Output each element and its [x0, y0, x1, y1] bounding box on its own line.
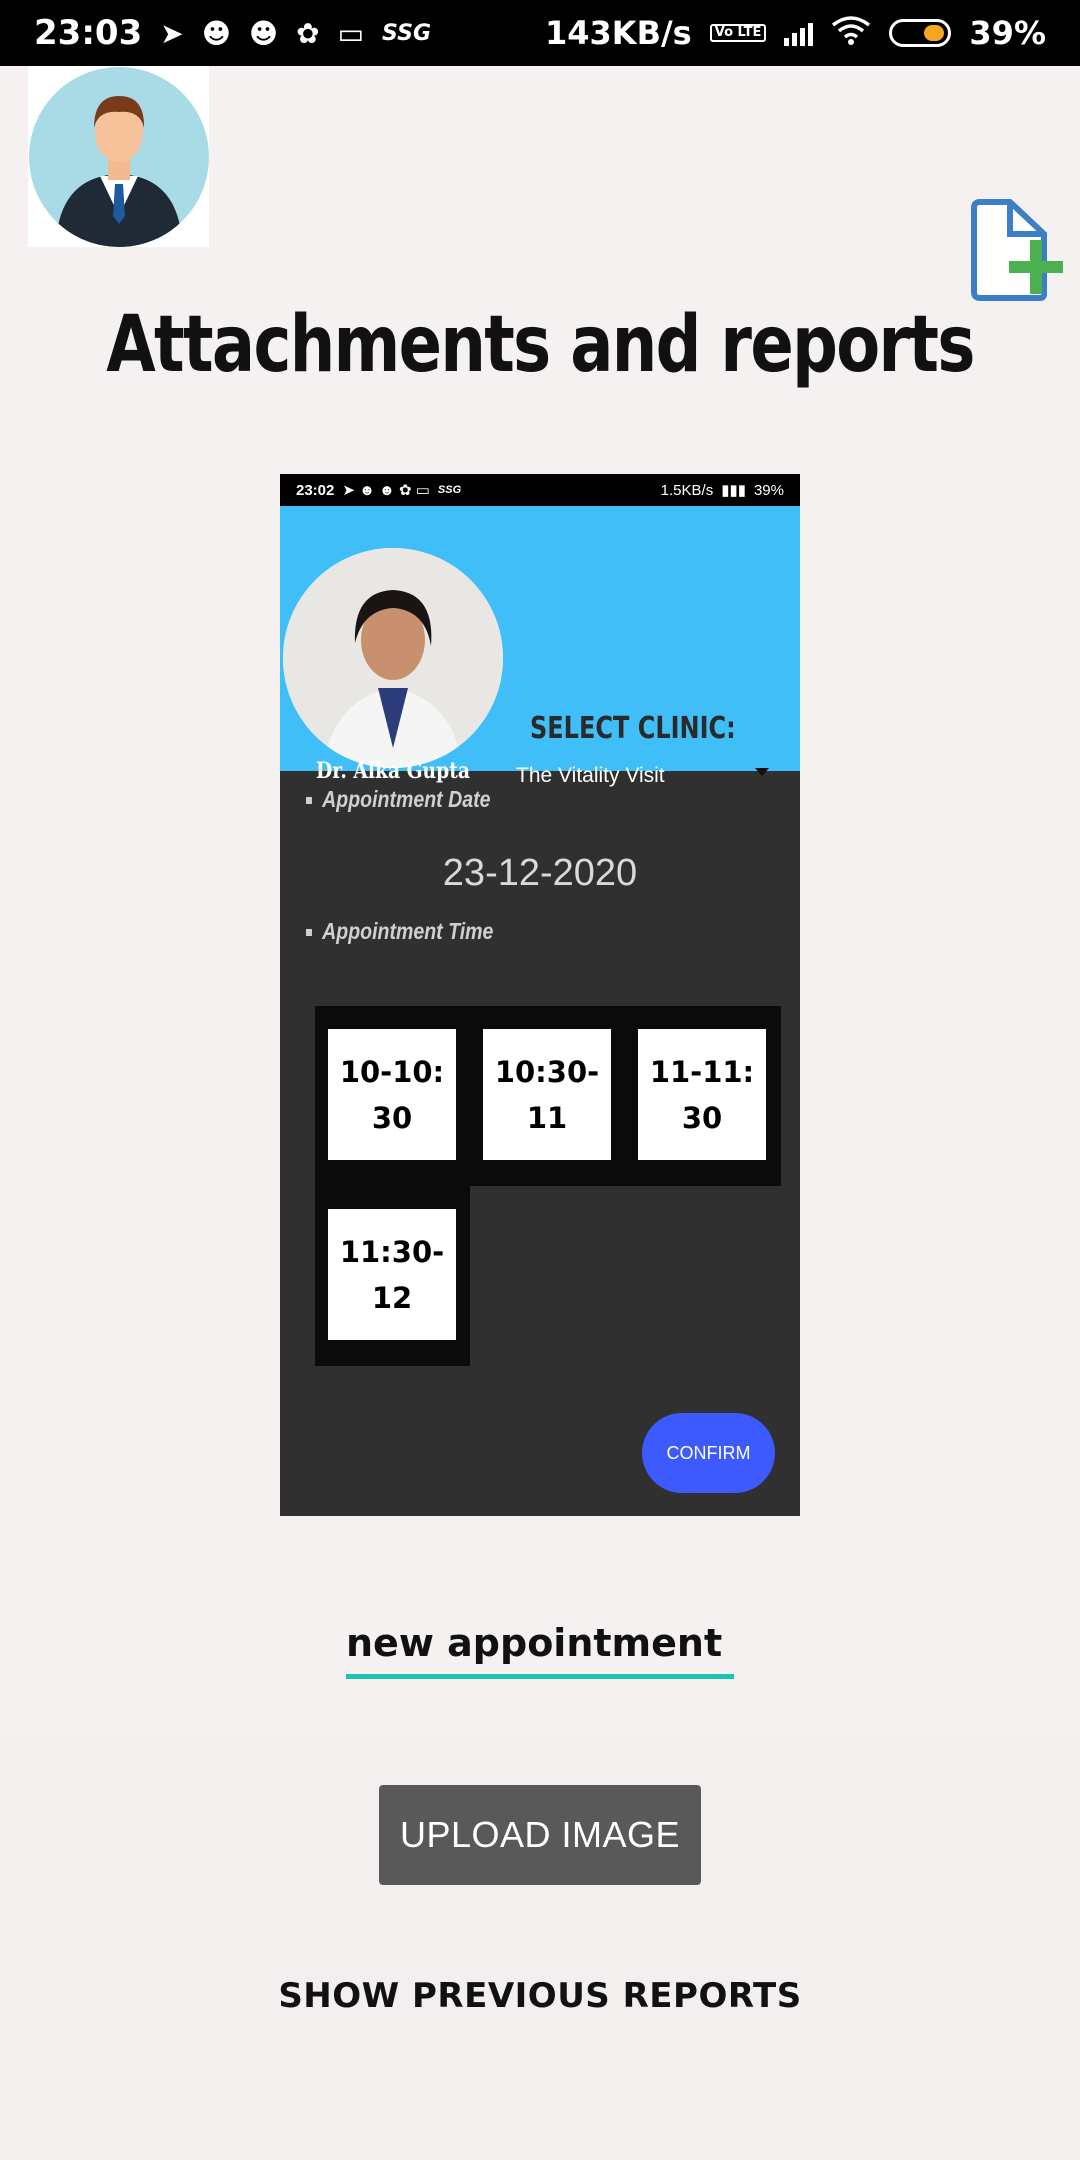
preview-ssg: SSG	[437, 484, 462, 496]
add-document-icon	[971, 199, 1063, 301]
laptop-icon: ▭	[337, 16, 365, 50]
time-slot[interactable]: 11:30-12	[328, 1209, 456, 1340]
avatar[interactable]	[28, 66, 209, 247]
doctor-name: Dr. Alka Gupta	[316, 758, 470, 784]
volte-badge: Vo LTE	[709, 24, 767, 42]
wifi-icon	[831, 15, 871, 52]
show-previous-reports-link[interactable]: SHOW PREVIOUS REPORTS	[0, 1976, 1080, 2016]
clinic-dropdown[interactable]: The Vitality Visit	[516, 764, 665, 788]
user-avatar-icon	[29, 67, 209, 247]
preview-status-time: 23:02	[296, 481, 335, 499]
gear-icon: ✿	[296, 16, 320, 50]
time-slot[interactable]: 11-11:30	[638, 1029, 766, 1160]
preview-battery-percent: 39%	[753, 481, 784, 499]
attachment-preview[interactable]: 23:02 ➤ ☻ ☻ ✿ ▭ SSG 1.5KB/s ▮▮▮ 39% Dr. …	[280, 474, 800, 1516]
ssg-label: SSG	[382, 20, 432, 46]
appointment-time-label: Appointment Time	[306, 918, 493, 945]
select-clinic-label: SELECT CLINIC:	[530, 711, 736, 746]
appointment-date-label: Appointment Date	[306, 786, 490, 813]
time-slot[interactable]: 10-10:30	[328, 1029, 456, 1160]
appointment-date-value[interactable]: 23-12-2020	[280, 852, 800, 895]
snapchat-icon: ☻	[201, 16, 231, 50]
add-document-button[interactable]	[966, 198, 1072, 304]
network-speed: 143KB/s	[545, 14, 692, 52]
status-time: 23:03	[34, 13, 143, 53]
battery-icon	[889, 19, 952, 47]
time-slot[interactable]: 10:30-11	[483, 1029, 611, 1160]
doctor-photo	[283, 548, 503, 768]
snapchat-icon: ☻	[248, 16, 279, 50]
telegram-icon: ➤	[160, 16, 184, 50]
telegram-icon: ➤ ☻ ☻ ✿ ▭	[342, 482, 430, 499]
doctor-header: Dr. Alka Gupta SELECT CLINIC: The Vitali…	[280, 506, 800, 787]
chevron-down-icon[interactable]	[755, 768, 769, 776]
battery-percent: 39%	[969, 14, 1046, 52]
preview-signal-icon: ▮▮▮	[721, 482, 746, 499]
preview-network-speed: 1.5KB/s	[660, 481, 714, 499]
signal-icon	[784, 20, 814, 46]
page-title: Attachments and reports	[106, 300, 975, 390]
doctor-portrait-icon	[283, 548, 503, 768]
status-bar: 23:03 ➤ ☻ ☻ ✿ ▭ SSG 143KB/s Vo LTE 39%	[0, 0, 1080, 66]
report-name-input[interactable]	[346, 1612, 734, 1679]
confirm-button[interactable]: CONFIRM	[642, 1413, 775, 1493]
upload-image-button[interactable]: UPLOAD IMAGE	[379, 1785, 701, 1885]
preview-status-bar: 23:02 ➤ ☻ ☻ ✿ ▭ SSG 1.5KB/s ▮▮▮ 39%	[280, 474, 800, 506]
